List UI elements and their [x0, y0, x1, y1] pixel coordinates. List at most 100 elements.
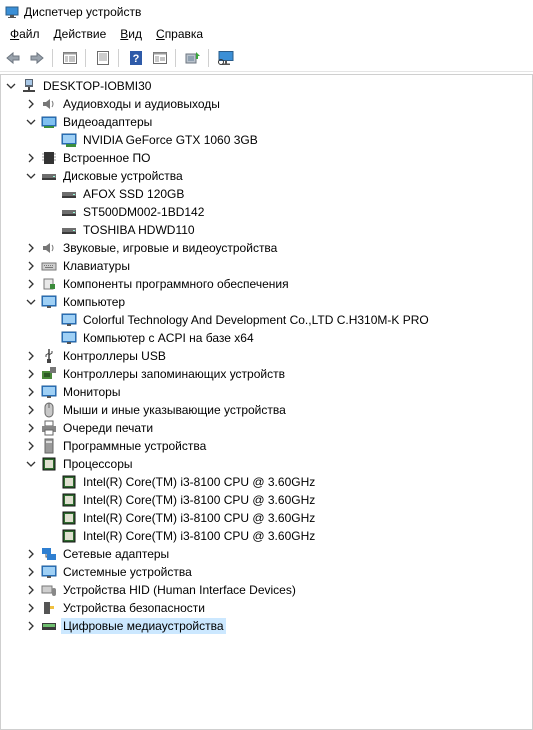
menu-view[interactable]: Вид [120, 27, 142, 41]
device-child-cpu-icon [61, 492, 77, 508]
tree-category[interactable]: Очереди печати [25, 419, 155, 437]
tree-category[interactable]: Встроенное ПО [25, 149, 152, 167]
tree-category[interactable]: Контроллеры запоминающих устройств [25, 365, 287, 383]
tree-device-label: TOSHIBA HDWD110 [83, 223, 195, 237]
help-icon[interactable]: ? [125, 47, 147, 69]
tree-device[interactable]: NVIDIA GeForce GTX 1060 3GB [57, 131, 260, 149]
chevron-right-icon[interactable] [25, 599, 37, 617]
tree-device[interactable]: AFOX SSD 120GB [57, 185, 186, 203]
tree-device[interactable]: Intel(R) Core(TM) i3-8100 CPU @ 3.60GHz [57, 491, 317, 509]
chevron-down-icon[interactable] [25, 113, 37, 131]
tree-category[interactable]: Процессоры [25, 455, 135, 473]
menu-help-label: правка [164, 27, 204, 41]
forward-arrow-icon[interactable] [26, 47, 48, 69]
menu-bar: Файл Действие Вид Справка [0, 24, 533, 44]
tree-category[interactable]: Дисковые устройства [25, 167, 185, 185]
tree-category-label: Контроллеры USB [63, 349, 166, 363]
device-child-disk-icon [61, 204, 77, 220]
hid-icon [41, 582, 57, 598]
menu-action-label: ействие [61, 27, 107, 41]
menu-action-accel: Д [53, 27, 62, 41]
mouse-icon [41, 402, 57, 418]
device-child-disk-icon [61, 186, 77, 202]
tree-category[interactable]: Компьютер [25, 293, 127, 311]
tree-category[interactable]: Цифровые медиаустройства [25, 617, 226, 635]
tree-category[interactable]: Устройства HID (Human Interface Devices) [25, 581, 298, 599]
show-hidden-icon[interactable] [92, 47, 114, 69]
tree-device[interactable]: Intel(R) Core(TM) i3-8100 CPU @ 3.60GHz [57, 527, 317, 545]
tree-category-label: Компоненты программного обеспечения [63, 277, 289, 291]
storage-controller-icon [41, 366, 57, 382]
tree-category[interactable]: Мониторы [25, 383, 122, 401]
tree-category-label: Устройства безопасности [63, 601, 205, 615]
view-icon[interactable] [149, 47, 171, 69]
tree-category-label: Системные устройства [63, 565, 192, 579]
toolbar-separator [208, 49, 209, 67]
chevron-right-icon[interactable] [25, 419, 37, 437]
speaker-icon [41, 96, 57, 112]
properties-icon[interactable] [59, 47, 81, 69]
chevron-right-icon[interactable] [25, 437, 37, 455]
tree-device[interactable]: Компьютер с ACPI на базе x64 [57, 329, 256, 347]
chevron-down-icon[interactable] [25, 167, 37, 185]
menu-action[interactable]: Действие [54, 27, 107, 41]
monitor-icon [41, 384, 57, 400]
chevron-right-icon[interactable] [25, 563, 37, 581]
printer-icon [41, 420, 57, 436]
chevron-right-icon[interactable] [25, 545, 37, 563]
menu-view-label: ид [128, 27, 143, 41]
scan-hardware-icon[interactable] [215, 47, 237, 69]
tree-root[interactable]: DESKTOP-IOBMI30 [5, 77, 153, 95]
tree-category[interactable]: Видеоадаптеры [25, 113, 154, 131]
chevron-right-icon[interactable] [25, 239, 37, 257]
chevron-right-icon[interactable] [25, 275, 37, 293]
tree-category-label: Цифровые медиаустройства [61, 618, 226, 634]
tree-category-label: Контроллеры запоминающих устройств [63, 367, 285, 381]
tree-device-label: Компьютер с ACPI на базе x64 [83, 331, 254, 345]
chevron-right-icon[interactable] [25, 149, 37, 167]
chevron-down-icon[interactable] [5, 77, 17, 95]
tree-category[interactable]: Системные устройства [25, 563, 194, 581]
tree-device[interactable]: ST500DM002-1BD142 [57, 203, 206, 221]
chevron-right-icon[interactable] [25, 383, 37, 401]
chevron-right-icon[interactable] [25, 257, 37, 275]
menu-help[interactable]: Справка [156, 27, 203, 41]
tree-category[interactable]: Контроллеры USB [25, 347, 168, 365]
tree-category[interactable]: Сетевые адаптеры [25, 545, 171, 563]
menu-file-label: айл [19, 27, 40, 41]
device-child-computer-icon [61, 312, 77, 328]
tree-device[interactable]: TOSHIBA HDWD110 [57, 221, 197, 239]
menu-file[interactable]: Файл [10, 27, 40, 41]
tree-category[interactable]: Аудиовходы и аудиовыходы [25, 95, 222, 113]
menu-help-accel: С [156, 27, 165, 41]
device-child-cpu-icon [61, 528, 77, 544]
chevron-right-icon[interactable] [25, 617, 37, 635]
chevron-down-icon[interactable] [25, 455, 37, 473]
tree-category[interactable]: Устройства безопасности [25, 599, 207, 617]
tree-device[interactable]: Colorful Technology And Development Co.,… [57, 311, 431, 329]
tree-device-label: Intel(R) Core(TM) i3-8100 CPU @ 3.60GHz [83, 529, 316, 543]
media-device-icon [41, 618, 57, 634]
chevron-right-icon[interactable] [25, 95, 37, 113]
tree-device[interactable]: Intel(R) Core(TM) i3-8100 CPU @ 3.60GHz [57, 509, 317, 527]
tree-category[interactable]: Клавиатуры [25, 257, 132, 275]
tree-category[interactable]: Мыши и иные указывающие устройства [25, 401, 288, 419]
tree-category[interactable]: Компоненты программного обеспечения [25, 275, 291, 293]
device-tree[interactable]: DESKTOP-IOBMI30 Аудиовходы и аудиовыходы… [0, 74, 533, 730]
device-child-disk-icon [61, 222, 77, 238]
chevron-down-icon[interactable] [25, 293, 37, 311]
device-child-cpu-icon [61, 474, 77, 490]
tree-device-label: Colorful Technology And Development Co.,… [83, 313, 429, 327]
chevron-right-icon[interactable] [25, 401, 37, 419]
device-child-cpu-icon [61, 510, 77, 526]
back-arrow-icon[interactable] [2, 47, 24, 69]
computer-icon [41, 294, 57, 310]
tree-category[interactable]: Программные устройства [25, 437, 208, 455]
update-driver-icon[interactable] [182, 47, 204, 69]
chevron-right-icon[interactable] [25, 581, 37, 599]
tree-category[interactable]: Звуковые, игровые и видеоустройства [25, 239, 279, 257]
chevron-right-icon[interactable] [25, 365, 37, 383]
tree-category-label: Очереди печати [63, 421, 154, 435]
tree-device[interactable]: Intel(R) Core(TM) i3-8100 CPU @ 3.60GHz [57, 473, 317, 491]
chevron-right-icon[interactable] [25, 347, 37, 365]
